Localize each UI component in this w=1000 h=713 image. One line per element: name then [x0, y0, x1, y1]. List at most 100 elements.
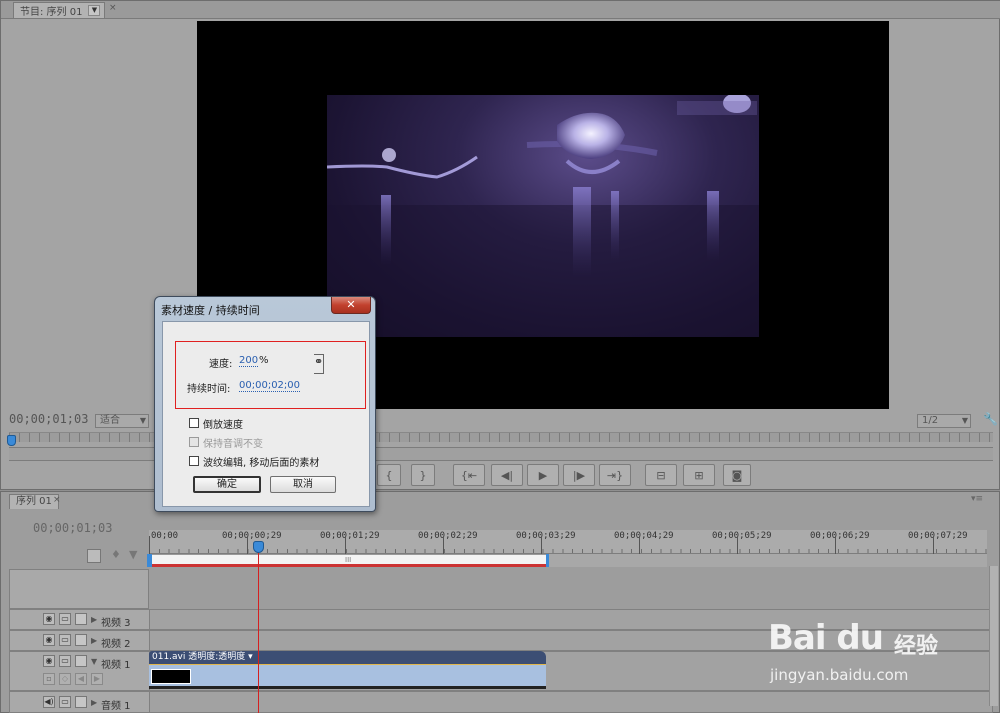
- track-area[interactable]: [150, 692, 992, 712]
- chain-link-icon[interactable]: ⚭: [314, 355, 324, 368]
- ruler-tick-label: 00;00;04;29: [614, 531, 674, 541]
- timeline-vertical-scrollbar[interactable]: [989, 566, 998, 706]
- cancel-button[interactable]: 取消: [270, 476, 336, 493]
- eye-icon[interactable]: ◉: [43, 634, 55, 646]
- close-icon[interactable]: ×: [53, 495, 61, 505]
- expand-arrow-icon[interactable]: ▶: [91, 698, 97, 707]
- next-keyframe-icon[interactable]: ▶: [91, 673, 103, 685]
- go-to-out-button[interactable]: ⇥}: [599, 464, 631, 486]
- duration-field[interactable]: 00;00;02;00: [239, 380, 301, 392]
- ripple-edit-checkbox[interactable]: [189, 456, 199, 466]
- track-header: ◀) ▭ ▶ 音频 1: [10, 692, 150, 712]
- reverse-speed-checkbox[interactable]: [189, 418, 199, 428]
- ruler-tick-label: 00;00;02;29: [418, 531, 478, 541]
- speed-field[interactable]: 200: [239, 355, 259, 367]
- monitor-playhead[interactable]: [7, 435, 16, 446]
- ok-button[interactable]: 确定: [193, 476, 261, 493]
- ripple-edit-label[interactable]: 波纹编辑, 移动后面的素材: [203, 454, 319, 469]
- eye-icon[interactable]: ◉: [43, 613, 55, 625]
- prev-keyframe-icon[interactable]: ◀: [75, 673, 87, 685]
- duration-label: 持续时间:: [187, 384, 231, 395]
- play-button[interactable]: ▶: [527, 464, 559, 486]
- sync-lock-icon[interactable]: ▭: [59, 634, 71, 646]
- wrench-icon[interactable]: 🔧: [983, 412, 998, 426]
- eye-icon[interactable]: ◉: [43, 655, 55, 667]
- timeline-timecode[interactable]: 00;00;01;03: [33, 521, 112, 535]
- snap-icon[interactable]: [87, 549, 101, 563]
- zoom-select[interactable]: 适合 ▼: [95, 414, 149, 428]
- resolution-select[interactable]: 1/2 ▼: [917, 414, 971, 428]
- keyframe-icon[interactable]: ◇: [59, 673, 71, 685]
- ruler-tick-line: [149, 536, 150, 554]
- collapse-arrow-icon[interactable]: ▼: [91, 657, 97, 666]
- track-audio-1: ◀) ▭ ▶ 音频 1: [9, 691, 993, 713]
- track-header-spacer: [9, 569, 149, 609]
- panel-menu-icon[interactable]: ▾≡: [971, 494, 983, 504]
- video-frame-image: [327, 95, 759, 337]
- add-marker-icon[interactable]: ▼: [129, 548, 137, 561]
- speed-label: 速度:: [209, 359, 233, 370]
- track-header: ◉ ▭ ▶ 视频 3: [10, 610, 150, 629]
- go-to-out-icon: ⇥}: [606, 468, 624, 482]
- sync-lock-icon[interactable]: ▭: [59, 696, 71, 708]
- monitor-timecode[interactable]: 00;00;01;03: [9, 412, 88, 426]
- mark-out-button[interactable]: }: [411, 464, 435, 486]
- speed-unit: %: [259, 355, 269, 366]
- work-area-empty: [549, 554, 987, 567]
- work-area-bar[interactable]: III: [149, 554, 549, 567]
- video-clip[interactable]: 011.avi 透明度:透明度 ▾: [149, 651, 546, 689]
- close-icon[interactable]: ×: [109, 3, 117, 13]
- highlight-box: [175, 341, 366, 409]
- close-icon: ✕: [346, 298, 356, 311]
- ruler-tick-line: [737, 536, 738, 554]
- ruler-tick-line: [443, 536, 444, 554]
- display-style-icon[interactable]: ▫: [43, 673, 55, 685]
- track-lock-icon[interactable]: [75, 634, 87, 646]
- track-lock-icon[interactable]: [75, 696, 87, 708]
- track-lock-icon[interactable]: [75, 655, 87, 667]
- sync-lock-icon[interactable]: ▭: [59, 655, 71, 667]
- step-back-icon: ◀|: [500, 468, 514, 482]
- ring-image: [327, 95, 759, 337]
- sync-lock-icon[interactable]: ▭: [59, 613, 71, 625]
- lift-button[interactable]: ⊟: [645, 464, 677, 486]
- timeline-playhead-line: [258, 542, 259, 713]
- maintain-pitch-label[interactable]: 保持音调不变: [203, 435, 263, 450]
- tab-program-sequence[interactable]: 节目: 序列 01 ▼: [13, 2, 106, 18]
- work-area-start-handle[interactable]: [147, 554, 152, 567]
- tab-sequence-01[interactable]: 序列 01: [9, 494, 59, 509]
- ruler-tick-label: 00;00;06;29: [810, 531, 870, 541]
- extract-button[interactable]: ⊞: [683, 464, 715, 486]
- ruler-tick-label: 00;00: [151, 531, 179, 541]
- chevron-down-icon: ▼: [961, 416, 968, 425]
- speaker-icon[interactable]: ◀): [43, 696, 55, 708]
- ruler-tick-label: 00;00;00;29: [222, 531, 282, 541]
- work-area-grip[interactable]: III: [345, 556, 351, 564]
- track-name: 视频 1: [101, 660, 131, 671]
- expand-arrow-icon[interactable]: ▶: [91, 615, 97, 624]
- mark-out-icon: }: [419, 468, 427, 482]
- program-monitor-panel: 节目: 序列 01 ▼ × 00;00;01;03 适合 ▼ 1/2 ▼ 🔧 {…: [0, 0, 1000, 490]
- track-name: 音频 1: [101, 701, 131, 712]
- maintain-pitch-checkbox[interactable]: [189, 437, 199, 447]
- track-lock-icon[interactable]: [75, 613, 87, 625]
- step-forward-button[interactable]: |▶: [563, 464, 595, 486]
- set-marker-icon[interactable]: ♦: [111, 548, 121, 561]
- ruler-tick-line: [639, 536, 640, 554]
- dialog-close-button[interactable]: ✕: [331, 297, 371, 314]
- tab-label: 序列 01: [16, 496, 52, 507]
- step-back-button[interactable]: ◀|: [491, 464, 523, 486]
- mark-in-button[interactable]: {: [377, 464, 401, 486]
- export-frame-button[interactable]: ◙: [723, 464, 751, 486]
- expand-arrow-icon[interactable]: ▶: [91, 636, 97, 645]
- reverse-speed-label[interactable]: 倒放速度: [203, 416, 243, 431]
- go-to-in-button[interactable]: {⇤: [453, 464, 485, 486]
- clip-title[interactable]: 011.avi 透明度:透明度 ▾: [149, 651, 546, 664]
- timeline-playhead[interactable]: [253, 541, 264, 553]
- mark-in-icon: {: [385, 468, 393, 482]
- clip-body[interactable]: [149, 664, 546, 686]
- chevron-down-icon[interactable]: ▼: [88, 5, 101, 16]
- watermark-url: jingyan.baidu.com: [770, 666, 909, 684]
- clip-thumbnail: [151, 669, 191, 684]
- dialog-body: 速度: 200 % ⚭ 持续时间: 00;00;02;00 倒放速度 保持音调不…: [162, 321, 370, 507]
